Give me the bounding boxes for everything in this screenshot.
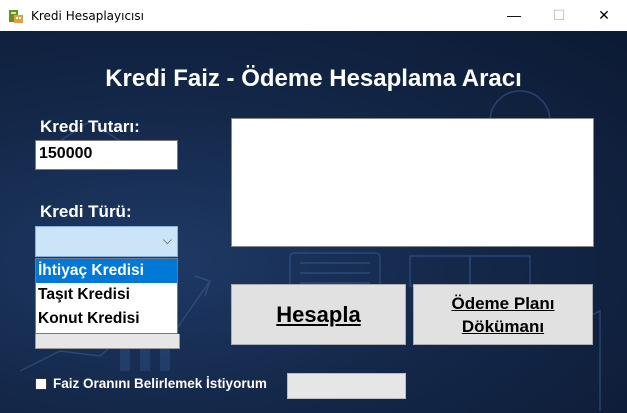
payment-plan-button[interactable]: Ödeme Planı Dökümanı — [413, 284, 593, 345]
loan-type-dropdown: İhtiyaç Kredisi Taşıt Kredisi Konut Kred… — [35, 258, 178, 334]
window-title: Kredi Hesaplayıcısı — [31, 9, 144, 23]
loan-type-label: Kredi Türü: — [40, 202, 132, 221]
chevron-down-icon[interactable]: ⌵ — [163, 233, 172, 248]
option-ihtiyac-kredisi[interactable]: İhtiyaç Kredisi — [36, 259, 177, 283]
custom-rate-label[interactable]: Faiz Oranını Belirlemek İstiyorum — [53, 376, 267, 391]
interest-rate-input[interactable] — [287, 373, 406, 399]
calculate-button[interactable]: Hesapla — [231, 284, 406, 345]
option-tasit-kredisi[interactable]: Taşıt Kredisi — [36, 283, 177, 307]
loan-type-select[interactable]: ⌵ — [35, 226, 178, 257]
app-window: Kredi Hesaplayıcısı — ☐ ✕ Kredi Faiz - Ö… — [0, 0, 627, 413]
result-output-box[interactable] — [231, 118, 594, 247]
amount-input[interactable]: 150000 — [35, 140, 178, 170]
page-title: Kredi Faiz - Ödeme Hesaplama Aracı — [105, 65, 522, 92]
maximize-icon[interactable]: ☐ — [536, 0, 582, 31]
option-konut-kredisi[interactable]: Konut Kredisi — [36, 307, 177, 331]
obscured-control — [35, 334, 180, 349]
title-bar[interactable]: Kredi Hesaplayıcısı — ☐ ✕ — [0, 0, 627, 31]
client-area: Kredi Faiz - Ödeme Hesaplama Aracı Kredi… — [0, 31, 627, 413]
app-icon — [9, 10, 23, 23]
minimize-icon[interactable]: — — [491, 0, 537, 31]
close-icon[interactable]: ✕ — [581, 0, 627, 31]
custom-rate-checkbox[interactable] — [35, 378, 47, 390]
amount-label: Kredi Tutarı: — [40, 117, 140, 136]
